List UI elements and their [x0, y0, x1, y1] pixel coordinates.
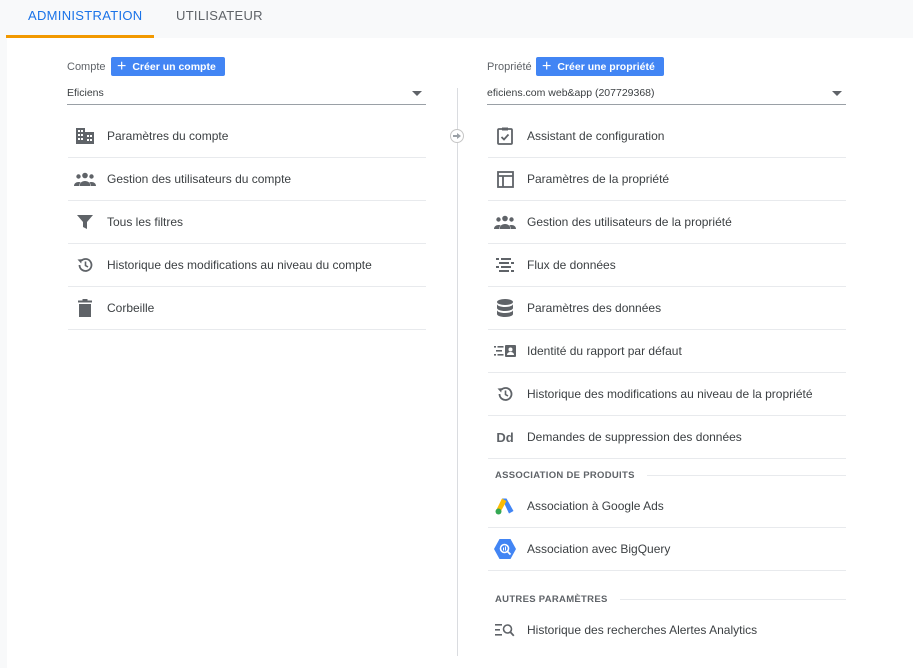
section-title: ASSOCIATION DE PRODUITS [495, 469, 635, 481]
trash-icon [74, 297, 96, 319]
create-account-button[interactable]: + Créer un compte [111, 57, 225, 76]
item-label: Corbeille [107, 301, 155, 315]
item-label: Paramètres des données [527, 301, 662, 315]
history-icon [494, 383, 516, 405]
property-users-item[interactable]: Gestion des utilisateurs de la propriété [488, 201, 846, 244]
account-label: Compte [67, 61, 106, 73]
identity-icon [494, 340, 516, 362]
property-label: Propriété [487, 61, 532, 73]
item-label: Association à Google Ads [527, 499, 664, 513]
create-property-button[interactable]: + Créer une propriété [536, 57, 664, 76]
reporting-identity-item[interactable]: Identité du rapport par défaut [488, 330, 846, 373]
item-label: Association avec BigQuery [527, 542, 671, 556]
dd-icon: Dd [496, 429, 514, 445]
plus-icon: + [117, 57, 127, 75]
item-label: Flux de données [527, 258, 616, 272]
item-label: Paramètres de la propriété [527, 172, 670, 186]
item-label: Gestion des utilisateurs du compte [107, 172, 292, 186]
search-history-item[interactable]: Historique des recherches Alertes Analyt… [488, 609, 846, 651]
data-settings-item[interactable]: Paramètres des données [488, 287, 846, 330]
search-history-icon [494, 619, 516, 641]
property-history-item[interactable]: Historique des modifications au niveau d… [488, 373, 846, 416]
trash-item[interactable]: Corbeille [68, 287, 426, 330]
other-settings-section: AUTRES PARAMÈTRES [488, 589, 846, 609]
section-divider [646, 474, 846, 476]
arrow-right-circle-icon[interactable] [450, 129, 464, 143]
product-links-section: ASSOCIATION DE PRODUITS [488, 465, 846, 485]
building-icon [74, 125, 96, 147]
item-label: Gestion des utilisateurs de la propriété [527, 215, 732, 229]
bigquery-link-item[interactable]: Association avec BigQuery [488, 528, 846, 571]
section-divider [619, 598, 846, 600]
dropdown-caret-icon [412, 91, 422, 96]
property-menu: Assistant de configuration Paramètres de… [488, 115, 846, 651]
history-icon [74, 254, 96, 276]
plus-icon: + [542, 57, 552, 75]
checklist-icon [494, 125, 516, 147]
filter-icon [74, 211, 96, 233]
item-label: Paramètres du compte [107, 129, 229, 143]
people-icon [74, 168, 96, 190]
setup-assistant-item[interactable]: Assistant de configuration [488, 115, 846, 158]
property-select[interactable]: eficiens.com web&app (207729368) [487, 83, 846, 105]
item-label: Historique des modifications au niveau d… [107, 258, 372, 272]
data-streams-item[interactable]: Flux de données [488, 244, 846, 287]
account-menu: Paramètres du compte Gestion des utilisa… [68, 115, 426, 330]
dropdown-caret-icon [832, 91, 842, 96]
tab-utilisateur[interactable]: UTILISATEUR [176, 0, 263, 36]
top-tabs: ADMINISTRATION UTILISATEUR [0, 0, 913, 38]
admin-panel: Compte + Créer un compte Eficiens Paramè… [7, 38, 913, 668]
database-icon [494, 297, 516, 319]
google-ads-icon [494, 495, 516, 517]
layout-icon [494, 168, 516, 190]
account-settings-item[interactable]: Paramètres du compte [68, 115, 426, 158]
property-settings-item[interactable]: Paramètres de la propriété [488, 158, 846, 201]
item-label: Demandes de suppression des données [527, 430, 742, 444]
account-users-item[interactable]: Gestion des utilisateurs du compte [68, 158, 426, 201]
column-divider [457, 88, 458, 656]
create-account-label: Créer un compte [132, 60, 216, 73]
bigquery-icon [494, 538, 516, 560]
all-filters-item[interactable]: Tous les filtres [68, 201, 426, 244]
data-streams-icon [494, 254, 516, 276]
item-label: Tous les filtres [107, 215, 184, 229]
account-selected-value: Eficiens [67, 87, 104, 99]
data-deletion-item[interactable]: Dd Demandes de suppression des données [488, 416, 846, 459]
tab-administration[interactable]: ADMINISTRATION [28, 0, 142, 36]
item-label: Historique des recherches Alertes Analyt… [527, 623, 758, 637]
people-icon [494, 211, 516, 233]
item-label: Historique des modifications au niveau d… [527, 387, 813, 401]
account-select[interactable]: Eficiens [67, 83, 426, 105]
create-property-label: Créer une propriété [557, 60, 655, 73]
section-title: AUTRES PARAMÈTRES [495, 593, 608, 605]
item-label: Identité du rapport par défaut [527, 344, 682, 358]
item-label: Assistant de configuration [527, 129, 665, 143]
google-ads-link-item[interactable]: Association à Google Ads [488, 485, 846, 528]
property-selected-value: eficiens.com web&app (207729368) [487, 87, 655, 99]
account-history-item[interactable]: Historique des modifications au niveau d… [68, 244, 426, 287]
